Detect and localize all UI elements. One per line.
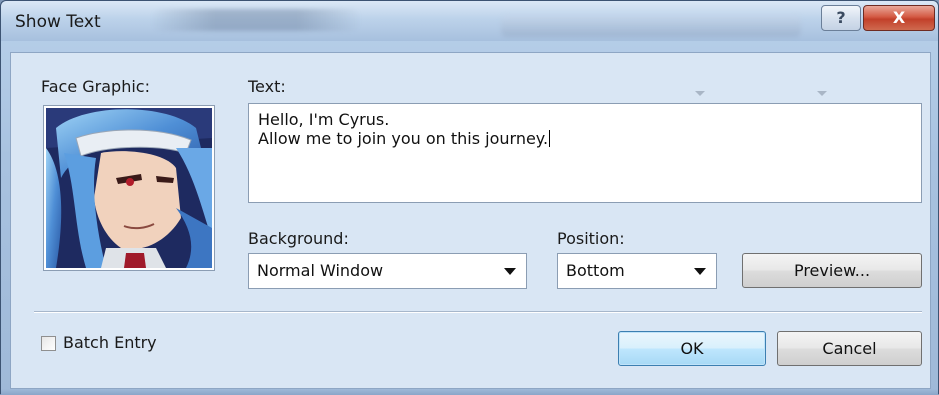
title-bar[interactable]: Show Text ? X <box>1 1 938 41</box>
text-line-with-caret: Allow me to join you on this journey. <box>258 129 912 148</box>
position-select[interactable]: Bottom <box>557 253 717 289</box>
faint-chevron-down-icon <box>817 91 827 96</box>
preview-button[interactable]: Preview... <box>742 253 922 288</box>
text-caret <box>549 130 551 147</box>
background-select-value: Normal Window <box>257 261 384 280</box>
dialog-title: Show Text <box>15 12 101 32</box>
help-icon: ? <box>836 8 846 27</box>
character-face-image <box>46 108 212 268</box>
text-label: Text: <box>248 77 286 96</box>
message-text-input[interactable]: Hello, I'm Cyrus. Allow me to join you o… <box>248 103 922 203</box>
close-icon: X <box>892 8 906 27</box>
background-window-title-blur <box>151 9 361 31</box>
faint-chevron-down-icon <box>695 91 705 96</box>
cancel-button[interactable]: Cancel <box>777 331 922 366</box>
batch-entry-checkbox[interactable] <box>41 336 56 351</box>
position-label: Position: <box>557 229 625 248</box>
window-bottom-border <box>1 389 938 395</box>
position-select-value: Bottom <box>566 261 625 280</box>
face-graphic-label: Face Graphic: <box>41 77 150 96</box>
separator-line <box>34 311 922 313</box>
dropdown-arrow-icon <box>504 268 516 275</box>
help-button[interactable]: ? <box>821 5 861 31</box>
background-label: Background: <box>248 229 349 248</box>
text-line: Hello, I'm Cyrus. <box>258 110 390 129</box>
close-button[interactable]: X <box>863 5 935 31</box>
dialog-content: Face Graphic: Text: Hello, I'm Cyrus. Al… <box>10 52 931 389</box>
text-line: Allow me to join you on this journey. <box>258 129 549 148</box>
background-select[interactable]: Normal Window <box>248 253 527 289</box>
face-graphic-preview[interactable] <box>43 105 215 271</box>
ok-button[interactable]: OK <box>618 331 766 366</box>
dropdown-arrow-icon <box>694 268 706 275</box>
show-text-dialog: Show Text ? X Face Graphic: Text: Hello,… <box>0 0 939 395</box>
batch-entry-label[interactable]: Batch Entry <box>63 333 157 352</box>
background-window-tab-blur <box>501 15 801 37</box>
